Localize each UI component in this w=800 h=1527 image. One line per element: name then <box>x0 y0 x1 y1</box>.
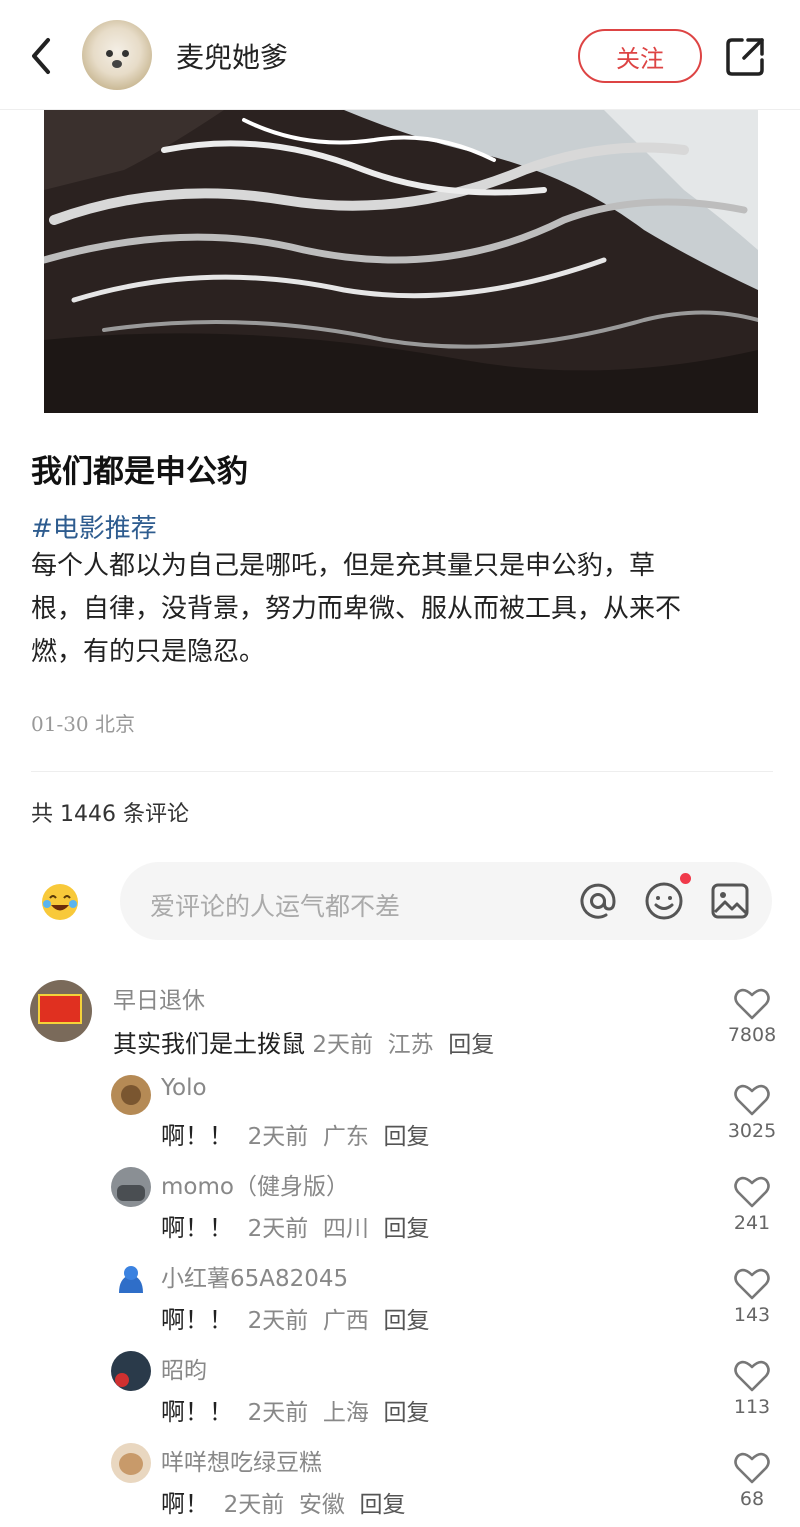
like-button[interactable]: 7808 <box>722 988 782 1046</box>
comment-author[interactable]: 昭昀 <box>161 1351 207 1385</box>
comment-text: 啊！！ <box>161 1214 233 1242</box>
comment-author[interactable]: 小红薯65A82045 <box>161 1259 348 1293</box>
like-button[interactable]: 113 <box>722 1360 782 1418</box>
commenter-avatar[interactable] <box>111 1075 151 1115</box>
comment-time: 2天前 <box>312 1032 373 1058</box>
comment-text: 啊！！ <box>161 1398 233 1426</box>
avatar-face <box>121 1085 141 1105</box>
like-button[interactable]: 3025 <box>722 1084 782 1142</box>
back-arrow-icon[interactable] <box>26 36 56 76</box>
comment-region: 四川 <box>322 1216 369 1242</box>
like-count: 7808 <box>727 1024 777 1046</box>
image-icon[interactable] <box>708 879 752 923</box>
comment-time: 2天前 <box>247 1308 309 1334</box>
post-location: 北京 <box>95 712 136 736</box>
reply-button[interactable]: 回复 <box>384 1216 430 1242</box>
comment-body: 啊！！ 2天前 上海 回复 <box>161 1392 430 1427</box>
post-title: 我们都是申公豹 <box>31 454 248 490</box>
default-avatar-icon <box>119 1266 143 1293</box>
post-date: 01-30 <box>31 712 89 736</box>
reply-button[interactable]: 回复 <box>384 1308 430 1334</box>
at-mention-icon[interactable] <box>576 879 620 923</box>
reply-button[interactable]: 回复 <box>384 1124 430 1150</box>
comment-text: 其实我们是土拨鼠 <box>113 1030 305 1058</box>
comment-text: 啊！ <box>161 1490 209 1518</box>
comment-author[interactable]: Yolo <box>161 1075 207 1101</box>
commenter-avatar[interactable] <box>111 1259 151 1299</box>
comment-body: 啊！！ 2天前 四川 回复 <box>161 1208 430 1243</box>
comment-text: 啊！！ <box>161 1122 233 1150</box>
post-meta: 01-30 北京 <box>31 708 135 737</box>
avatar-accent <box>115 1373 129 1387</box>
post-image[interactable] <box>44 110 758 413</box>
commenter-avatar[interactable] <box>111 1443 151 1483</box>
comment-time: 2天前 <box>247 1400 309 1426</box>
like-count: 241 <box>733 1212 771 1234</box>
heart-icon <box>734 1360 770 1392</box>
comment-time: 2天前 <box>223 1492 285 1518</box>
top-bar: 麦兜她爹 关注 <box>0 0 800 110</box>
heart-icon <box>734 1268 770 1300</box>
author-username[interactable]: 麦兜她爹 <box>176 36 288 76</box>
avatar-sign <box>38 994 82 1024</box>
avatar-eye <box>122 50 129 57</box>
comment-time: 2天前 <box>247 1124 309 1150</box>
comment-count: 共 1446 条评论 <box>31 802 189 827</box>
follow-button[interactable]: 关注 <box>578 29 702 83</box>
like-count: 68 <box>739 1488 765 1510</box>
avatar-face <box>119 1453 143 1475</box>
comment-body: 啊！！ 2天前 广东 回复 <box>161 1116 430 1151</box>
comment-body: 其实我们是土拨鼠 2天前 江苏 回复 <box>113 1024 494 1059</box>
like-count: 3025 <box>727 1120 777 1142</box>
hashtag-link[interactable]: #电影推荐 <box>31 508 157 545</box>
like-count: 143 <box>733 1304 771 1326</box>
avatar-nose <box>112 60 122 68</box>
comment-body: 啊！！ 2天前 广西 回复 <box>161 1300 430 1335</box>
author-avatar[interactable] <box>82 20 152 90</box>
like-button[interactable]: 241 <box>722 1176 782 1234</box>
like-count: 113 <box>733 1396 771 1418</box>
comment-text: 啊！！ <box>161 1306 233 1334</box>
comment-author[interactable]: 早日退休 <box>113 981 205 1015</box>
comment-input-placeholder: 爱评论的人运气都不差 <box>150 892 401 921</box>
share-icon[interactable] <box>724 34 768 78</box>
avatar-face <box>117 1185 145 1201</box>
comment-input[interactable]: 爱评论的人运气都不差 <box>120 862 772 940</box>
comment-region: 广西 <box>322 1308 369 1334</box>
like-button[interactable]: 143 <box>722 1268 782 1326</box>
comment-author[interactable]: 咩咩想吃绿豆糕 <box>161 1443 322 1477</box>
commenter-avatar[interactable] <box>111 1167 151 1207</box>
heart-icon <box>734 1176 770 1208</box>
heart-icon <box>734 1452 770 1484</box>
emoji-face-icon[interactable] <box>40 882 80 922</box>
comment-region: 安徽 <box>298 1492 345 1518</box>
post-body: 每个人都以为自己是哪吒，但是充其量只是申公豹，草 根，自律，没背景，努力而卑微、… <box>31 545 771 674</box>
comment-time: 2天前 <box>247 1216 309 1242</box>
divider <box>31 771 773 772</box>
heart-icon <box>734 1084 770 1116</box>
comment-region: 江苏 <box>387 1032 434 1058</box>
reply-button[interactable]: 回复 <box>384 1400 430 1426</box>
post-body-line: 每个人都以为自己是哪吒，但是充其量只是申公豹，草 <box>31 551 656 581</box>
commenter-avatar[interactable] <box>111 1351 151 1391</box>
like-button[interactable]: 68 <box>722 1452 782 1510</box>
commenter-avatar[interactable] <box>30 980 92 1042</box>
reply-button[interactable]: 回复 <box>360 1492 406 1518</box>
heart-icon <box>734 988 770 1020</box>
comment-body: 啊！ 2天前 安徽 回复 <box>161 1484 406 1519</box>
comment-author[interactable]: momo（健身版） <box>161 1167 349 1201</box>
comment-region: 广东 <box>322 1124 369 1150</box>
post-body-line: 根，自律，没背景，努力而卑微、服从而被工具，从来不 <box>31 594 682 624</box>
reply-button[interactable]: 回复 <box>448 1032 494 1058</box>
emoji-icon[interactable] <box>642 873 691 923</box>
avatar-eye <box>106 50 113 57</box>
post-body-line: 燃，有的只是隐忍。 <box>31 637 266 667</box>
comment-region: 上海 <box>322 1400 369 1426</box>
notification-dot <box>680 873 691 884</box>
